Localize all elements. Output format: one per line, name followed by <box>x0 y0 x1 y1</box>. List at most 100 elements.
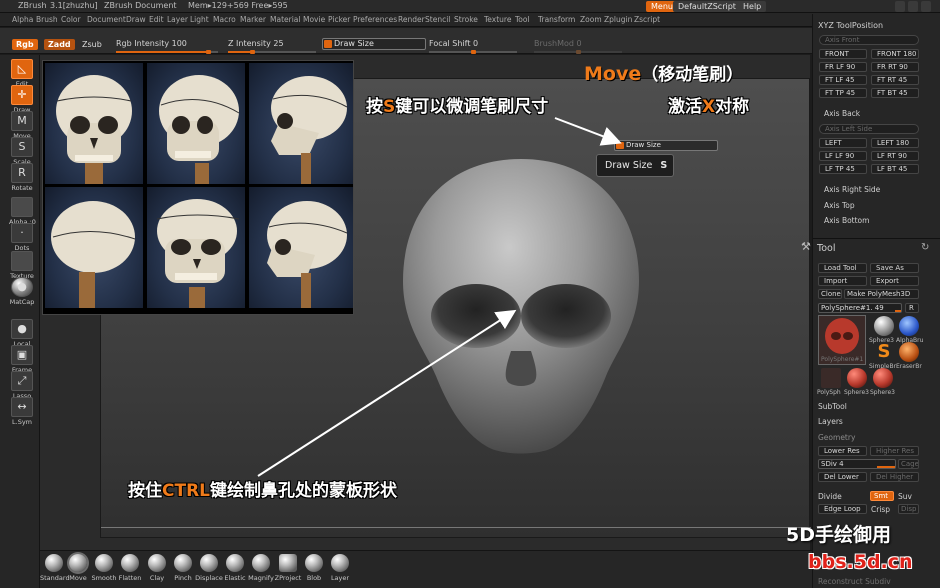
simplebrush-s-icon[interactable]: S <box>874 342 894 362</box>
eraserbrush-thumb[interactable] <box>899 342 919 362</box>
current-tool-label: PolySphere#1 <box>821 356 864 363</box>
left-180-button[interactable]: LEFT 180 <box>871 138 919 148</box>
clone-button[interactable]: Clone <box>818 289 842 299</box>
reconstruct-subdiv-button[interactable]: Reconstruct Subdiv <box>818 577 891 586</box>
brush-pinch[interactable]: Pinch <box>169 554 197 582</box>
ft-lf-45-button[interactable]: FT LF 45 <box>819 75 867 85</box>
export-button[interactable]: Export <box>870 276 919 286</box>
polysphere-small-label: PolySph <box>817 389 841 396</box>
polysphere-label: PolySphere#1. 49 <box>821 304 884 312</box>
polysphere-knob[interactable] <box>895 310 901 312</box>
subtool-palette[interactable]: SubTool <box>818 402 847 411</box>
cage-button[interactable]: Cage <box>898 459 919 469</box>
brush-elastic-label: Elastic <box>224 574 246 582</box>
refresh-icon[interactable]: ↻ <box>921 242 929 253</box>
alphabrush-thumb[interactable] <box>899 316 919 336</box>
fr-lf-90-button[interactable]: FR LF 90 <box>819 62 867 72</box>
xyz-toolposition-header[interactable]: XYZ ToolPosition <box>818 21 883 30</box>
r-button[interactable]: R <box>905 303 919 313</box>
elastic-brush-icon <box>226 554 244 572</box>
zproject-brush-icon <box>279 554 297 572</box>
disp-button[interactable]: Disp <box>898 504 919 514</box>
lf-rt-90-button[interactable]: LF RT 90 <box>871 151 919 161</box>
layers-palette[interactable]: Layers <box>818 417 843 426</box>
del-higher-button[interactable]: Del Higher <box>870 472 919 482</box>
axis-right-side-button[interactable]: Axis Right Side <box>824 185 880 194</box>
blob-brush-icon <box>305 554 323 572</box>
brush-blob-label: Blob <box>306 574 322 582</box>
right-palette-panel: XYZ ToolPosition Axis Front FRONT FRONT … <box>801 14 940 588</box>
lf-bt-45-button[interactable]: LF BT 45 <box>871 164 919 174</box>
displace-brush-icon <box>200 554 218 572</box>
ft-tp-45-button[interactable]: FT TP 45 <box>819 88 867 98</box>
brush-displace[interactable]: Displace <box>195 554 223 582</box>
lf-tp-45-button[interactable]: LF TP 45 <box>819 164 867 174</box>
sdiv-label: SDiv 4 <box>821 460 844 468</box>
sphere3-red-thumb-a[interactable] <box>847 368 867 388</box>
polysphere-small-thumb[interactable] <box>821 368 841 388</box>
sphere3-thumb[interactable] <box>874 316 894 336</box>
annotation-move-word: Move <box>584 63 642 85</box>
brush-move-label: Move <box>69 574 87 582</box>
annotation-ctrl-key: CTRL <box>162 481 210 501</box>
sphere3-red-label-a: Sphere3 <box>844 389 869 396</box>
axis-back-button[interactable]: Axis Back <box>824 109 860 118</box>
brush-smooth[interactable]: Smooth <box>90 554 118 582</box>
axis-top-button[interactable]: Axis Top <box>824 201 855 210</box>
sdiv-fill <box>877 466 895 468</box>
brush-magnify[interactable]: Magnify <box>247 554 275 582</box>
standard-brush-icon <box>45 554 63 572</box>
pinch-brush-icon <box>174 554 192 572</box>
lower-res-button[interactable]: Lower Res <box>818 446 867 456</box>
annotation-s-pre: 按 <box>366 97 383 117</box>
current-tool-thumbnail[interactable]: PolySphere#1 <box>818 315 866 365</box>
axis-front-button[interactable]: Axis Front <box>819 35 919 45</box>
flatten-brush-icon <box>121 554 139 572</box>
brush-zproject[interactable]: ZProject <box>274 554 302 582</box>
geometry-palette[interactable]: Geometry <box>818 433 855 442</box>
higher-res-button[interactable]: Higher Res <box>870 446 919 456</box>
annotation-ctrl-post: 键绘制鼻孔处的蒙板形状 <box>210 481 397 501</box>
brush-flatten[interactable]: Flatten <box>116 554 144 582</box>
brush-elastic[interactable]: Elastic <box>221 554 249 582</box>
sphere3-red-thumb-b[interactable] <box>873 368 893 388</box>
fr-rt-90-button[interactable]: FR RT 90 <box>871 62 919 72</box>
import-button[interactable]: Import <box>818 276 867 286</box>
lf-lf-90-button[interactable]: LF LF 90 <box>819 151 867 161</box>
smooth-brush-icon <box>95 554 113 572</box>
save-as-button[interactable]: Save As <box>870 263 919 273</box>
axis-bottom-button[interactable]: Axis Bottom <box>824 216 869 225</box>
panel-divider <box>813 238 940 239</box>
brush-clay[interactable]: Clay <box>143 554 171 582</box>
make-polymesh-button[interactable]: Make PolyMesh3D <box>844 289 919 299</box>
front-button[interactable]: FRONT <box>819 49 867 59</box>
ft-bt-45-button[interactable]: FT BT 45 <box>871 88 919 98</box>
tool-palette-title[interactable]: Tool <box>817 243 835 254</box>
divide-button[interactable]: Divide <box>818 492 842 501</box>
annotation-x-symmetry-tip: 激活X对称 <box>668 92 749 117</box>
load-tool-button[interactable]: Load Tool <box>818 263 867 273</box>
del-lower-button[interactable]: Del Lower <box>818 472 867 482</box>
sdiv-slider[interactable]: SDiv 4 <box>818 459 896 469</box>
annotation-ctrl-pre: 按住 <box>128 481 162 501</box>
edge-loop-button[interactable]: Edge Loop <box>818 504 867 514</box>
brush-flatten-label: Flatten <box>118 574 142 582</box>
arrow-to-draw-size <box>554 117 622 146</box>
brush-zproject-label: ZProject <box>274 574 302 582</box>
magnify-brush-icon <box>252 554 270 572</box>
suv-toggle[interactable]: Suv <box>898 492 912 501</box>
left-button[interactable]: LEFT <box>819 138 867 148</box>
front-180-button[interactable]: FRONT 180 <box>871 49 919 59</box>
smt-toggle[interactable]: Smt <box>870 491 894 501</box>
axis-left-side-button[interactable]: Axis Left Side <box>819 124 919 134</box>
polysphere-slider[interactable]: PolySphere#1. 49 <box>818 303 902 313</box>
bottom-brush-shelf: Standard Move Smooth Flatten Clay Pinch … <box>40 550 812 588</box>
brush-blob[interactable]: Blob <box>300 554 328 582</box>
ft-rt-45-button[interactable]: FT RT 45 <box>871 75 919 85</box>
brush-layer[interactable]: Layer <box>326 554 354 582</box>
move-brush-icon <box>69 554 87 572</box>
brush-clay-label: Clay <box>149 574 165 582</box>
crisp-button[interactable]: Crisp <box>871 505 890 514</box>
brush-move[interactable]: Move <box>64 554 92 582</box>
annotation-ctrl-mask-tip: 按住CTRL键绘制鼻孔处的蒙板形状 <box>128 476 397 501</box>
